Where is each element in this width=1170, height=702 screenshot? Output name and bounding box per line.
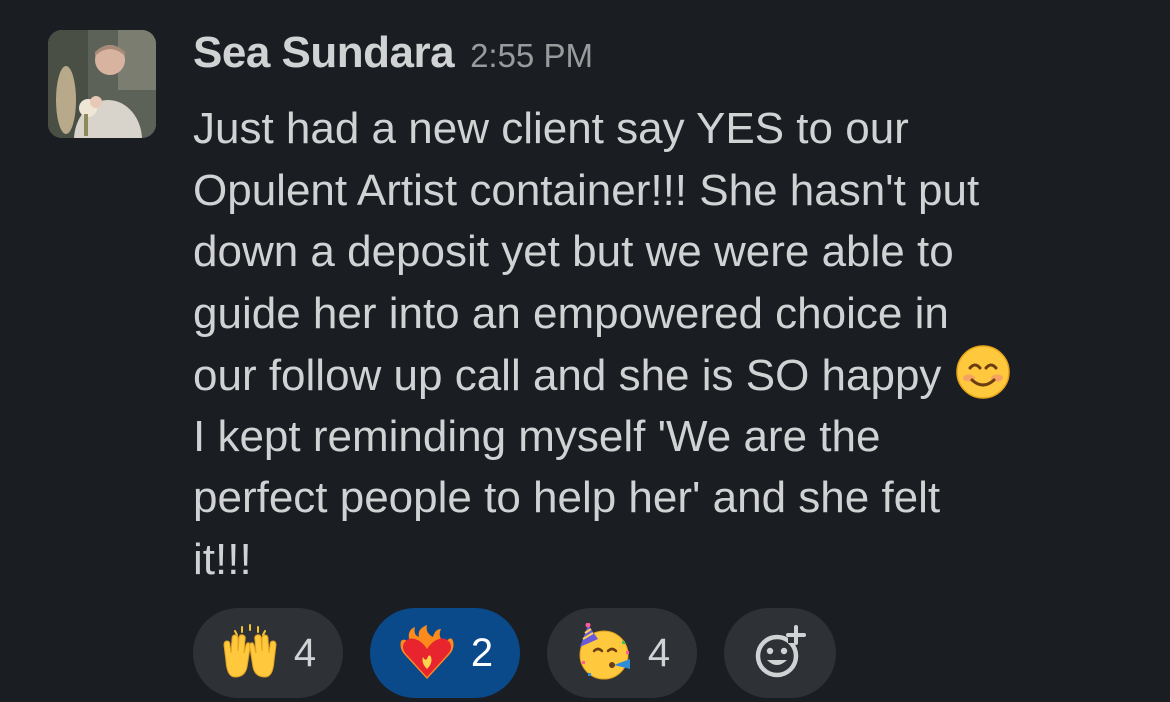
sender-name[interactable]: Sea Sundara: [193, 28, 455, 78]
message-body: Just had a new client say YES to our Opu…: [193, 98, 1143, 590]
avatar[interactable]: [48, 30, 156, 138]
message: Sea Sundara 2:55 PM Just had a new clien…: [0, 0, 1170, 702]
reaction-count: 4: [647, 630, 671, 675]
add-reaction-icon: [755, 625, 806, 678]
add-reaction-button[interactable]: [724, 608, 836, 698]
message-line: down a deposit yet but we were able to: [193, 227, 954, 276]
message-line: I kept reminding myself 'We are the: [193, 411, 881, 461]
reaction-count: 2: [470, 630, 494, 675]
reaction-heart-on-fire[interactable]: 2: [370, 608, 520, 698]
reaction-count: 4: [293, 630, 317, 675]
message-header: Sea Sundara 2:55 PM: [193, 28, 593, 92]
timestamp[interactable]: 2:55 PM: [470, 37, 593, 75]
heart-on-fire-emoji: [400, 625, 454, 679]
partying-face-emoji: [579, 623, 630, 680]
reaction-partying-face[interactable]: 4: [547, 608, 697, 698]
message-line: Opulent Artist container!!! She hasn't p…: [193, 165, 980, 215]
raising-hands-emoji: [223, 624, 277, 678]
message-line: guide her into an empowered choice in: [193, 288, 949, 338]
reactions-bar: 4 2 4: [193, 608, 836, 698]
reaction-raising-hands[interactable]: 4: [193, 608, 343, 698]
message-line: Just had a new client say YES to our: [193, 104, 909, 153]
message-line: perfect people to help her' and she felt: [193, 473, 941, 522]
message-line: our follow up call and she is SO happy: [193, 351, 942, 400]
smiling-face-with-smiling-eyes-emoji: [956, 345, 1011, 399]
avatar-photo: [48, 30, 156, 138]
message-line: it!!!: [193, 534, 252, 584]
message-line-with-emoji: our follow up call and she is SO happy: [193, 344, 1143, 406]
